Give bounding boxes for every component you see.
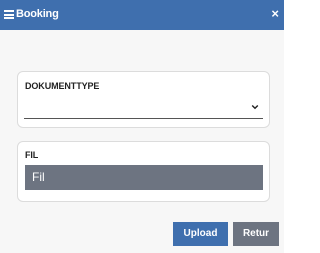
file-picker-button[interactable]: Fil [25, 165, 263, 190]
booking-dialog: Booking × DOKUMENTTYPE FIL Fil Upload Re… [0, 0, 284, 253]
file-card: FIL Fil [17, 141, 270, 202]
document-type-select[interactable] [24, 100, 263, 119]
dialog-titlebar: Booking × [0, 0, 284, 30]
document-type-card: DOKUMENTTYPE [17, 71, 270, 128]
chevron-down-icon [251, 105, 259, 110]
close-icon[interactable]: × [271, 7, 279, 21]
retur-button[interactable]: Retur [233, 222, 279, 246]
file-label: FIL [25, 150, 39, 160]
document-type-label: DOKUMENTTYPE [25, 81, 100, 91]
dialog-title: Booking [16, 8, 59, 20]
upload-button[interactable]: Upload [173, 222, 228, 246]
hamburger-menu-icon[interactable] [4, 10, 14, 19]
